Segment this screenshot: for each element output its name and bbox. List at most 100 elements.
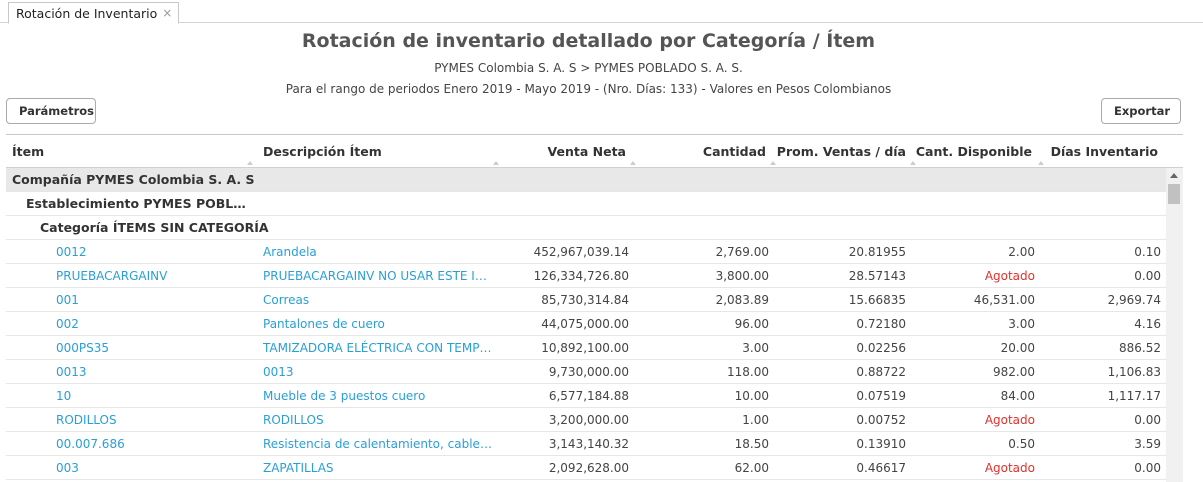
cell-item[interactable]: PRUEBACARGAINV (56, 264, 246, 288)
cell-dias: 0.10 (1134, 245, 1161, 259)
table-row[interactable]: 00.007.686 Resistencia de calentamiento, … (6, 432, 1166, 456)
cell-item[interactable]: 0012 (56, 240, 246, 264)
cell-disp: Agotado (984, 413, 1035, 427)
cell-disp: Agotado (984, 461, 1035, 475)
cell-prom: 28.57143 (848, 269, 906, 283)
col-header-net-sales[interactable]: Venta Neta (506, 135, 626, 168)
cell-disp: 20.00 (1000, 341, 1035, 355)
cell-cant: 2,083.89 (715, 293, 769, 307)
cell-venta: 2,092,628.00 (548, 461, 629, 475)
cell-disp: 982.00 (993, 365, 1035, 379)
cell-item[interactable]: 000PS35 (56, 336, 246, 360)
cell-cant: 118.00 (727, 365, 769, 379)
cell-disp: 2.00 (1008, 245, 1035, 259)
col-header-description[interactable]: Descripción Ítem (263, 135, 493, 168)
tab-label: Rotación de Inventario (16, 5, 158, 21)
cell-desc[interactable]: ZAPATILLAS (263, 456, 493, 480)
cell-desc[interactable]: Pantalones de cuero (263, 312, 493, 336)
cell-dias: 1,106.83 (1107, 365, 1161, 379)
cell-item[interactable]: 002 (56, 312, 246, 336)
table-row[interactable]: 002 Pantalones de cuero 44,075,000.00 96.00… (6, 312, 1166, 336)
cell-cant: 2,769.00 (715, 245, 769, 259)
cell-cant: 3.00 (742, 341, 769, 355)
cell-desc[interactable]: Correas (263, 288, 493, 312)
cell-desc[interactable]: PRUEBACARGAINV NO USAR ESTE ITEM (263, 264, 493, 288)
col-header-available-qty[interactable]: Cant. Disponible (911, 135, 1032, 168)
cell-item[interactable]: 0013 (56, 360, 246, 384)
table-row[interactable]: RODILLOS RODILLOS 3,200,000.00 1.00 0.00752 A… (6, 408, 1166, 432)
cell-venta: 44,075,000.00 (541, 317, 629, 331)
cell-desc[interactable]: Resistencia de calentamiento, cableado, … (263, 432, 493, 456)
cell-venta: 10,892,100.00 (541, 341, 629, 355)
group-row-company[interactable]: Compañía PYMES Colombia S. A. S (6, 168, 1166, 192)
table-row[interactable]: PRUEBACARGAINV PRUEBACARGAINV NO USAR EST… (6, 264, 1166, 288)
cell-prom: 0.46617 (856, 461, 906, 475)
col-header-quantity[interactable]: Cantidad (646, 135, 766, 168)
cell-desc[interactable]: 0013 (263, 360, 493, 384)
sort-icon (247, 161, 253, 165)
table-row[interactable]: 0013 0013 9,730,000.00 118.00 0.88722 982.00 1… (6, 360, 1166, 384)
table-row[interactable]: 0012 Arandela 452,967,039.14 2,769.00 20.819… (6, 240, 1166, 264)
vertical-scrollbar[interactable] (1166, 168, 1183, 482)
cell-desc[interactable]: Mueble de 3 puestos cuero (263, 384, 493, 408)
cell-item[interactable]: RODILLOS (56, 408, 246, 432)
cell-venta: 3,143,140.32 (548, 437, 629, 451)
cell-dias: 4.16 (1134, 317, 1161, 331)
export-button[interactable]: Exportar (1101, 98, 1181, 124)
cell-dias: 3.59 (1134, 437, 1161, 451)
inventory-grid: Ítem Descripción Ítem Venta Neta Cantida… (6, 134, 1183, 482)
cell-disp: Agotado (984, 269, 1035, 283)
tab-rotacion-inventario[interactable]: Rotación de Inventario × (8, 2, 180, 24)
cell-cant: 18.50 (734, 437, 769, 451)
cell-venta: 126,334,726.80 (533, 269, 629, 283)
cell-cant: 3,800.00 (715, 269, 769, 283)
cell-dias: 0.00 (1134, 461, 1161, 475)
cell-disp: 0.50 (1008, 437, 1035, 451)
col-header-item[interactable]: Ítem (12, 135, 252, 168)
cell-dias: 0.00 (1134, 413, 1161, 427)
cell-desc[interactable]: RODILLOS (263, 408, 493, 432)
table-row[interactable]: 001 Correas 85,730,314.84 2,083.89 15.66835 4… (6, 288, 1166, 312)
cell-cant: 1.00 (742, 413, 769, 427)
tab-bar: Rotación de Inventario × (0, 0, 1203, 24)
cell-desc[interactable]: Arandela (263, 240, 493, 264)
col-header-inventory-days[interactable]: Días Inventario (1036, 135, 1158, 168)
cell-disp: 84.00 (1000, 389, 1035, 403)
close-icon[interactable]: × (162, 6, 172, 20)
cell-venta: 3,200,000.00 (548, 413, 629, 427)
parameters-button[interactable]: Parámetros (6, 98, 96, 124)
cell-prom: 0.72180 (856, 317, 906, 331)
cell-cant: 96.00 (734, 317, 769, 331)
period-range: Para el rango de periodos Enero 2019 - M… (285, 82, 892, 96)
scroll-up-icon[interactable] (1170, 173, 1178, 178)
cell-item[interactable]: 10 (56, 384, 246, 408)
cell-item[interactable]: 001 (56, 288, 246, 312)
cell-disp: 46,531.00 (973, 293, 1035, 307)
cell-venta: 85,730,314.84 (541, 293, 629, 307)
table-row[interactable]: 10 Mueble de 3 puestos cuero 6,577,184.88 1… (6, 384, 1166, 408)
cell-prom: 0.00752 (856, 413, 906, 427)
cell-item[interactable]: 00.007.686 (56, 432, 246, 456)
cell-desc[interactable]: TAMIZADORA ELÉCTRICA CON TEMPORIZADOR (263, 336, 493, 360)
cell-item[interactable]: 003 (56, 456, 246, 480)
col-header-avg-sales-day[interactable]: Prom. Ventas / día (776, 135, 906, 168)
group-row-category[interactable]: Categoría ÍTEMS SIN CATEGORÍA (6, 216, 1166, 240)
cell-prom: 15.66835 (848, 293, 906, 307)
breadcrumb: PYMES Colombia S. A. S > PYMES POBLADO S… (434, 61, 743, 75)
page-title: Rotación de inventario detallado por Cat… (301, 30, 876, 52)
table-row[interactable]: 003 ZAPATILLAS 2,092,628.00 62.00 0.46617 Ago… (6, 456, 1166, 480)
sort-icon (493, 161, 499, 165)
table-row[interactable]: 000PS35 TAMIZADORA ELÉCTRICA CON TEMPORIZ… (6, 336, 1166, 360)
grid-header: Ítem Descripción Ítem Venta Neta Cantida… (6, 135, 1183, 168)
cell-venta: 9,730,000.00 (548, 365, 629, 379)
group-row-establishment[interactable]: Establecimiento PYMES POBLADO S. A. S. (6, 192, 1166, 216)
grid-body: Compañía PYMES Colombia S. A. S Establec… (6, 168, 1183, 482)
cell-dias: 2,969.74 (1107, 293, 1161, 307)
cell-prom: 0.13910 (856, 437, 906, 451)
cell-prom: 0.88722 (856, 365, 906, 379)
scroll-thumb[interactable] (1168, 184, 1180, 204)
cell-prom: 0.02256 (856, 341, 906, 355)
cell-dias: 0.00 (1134, 269, 1161, 283)
group-label-establishment: Establecimiento PYMES POBLADO S. A. S. (26, 196, 254, 211)
group-label-company: Compañía PYMES Colombia S. A. S (12, 172, 255, 187)
